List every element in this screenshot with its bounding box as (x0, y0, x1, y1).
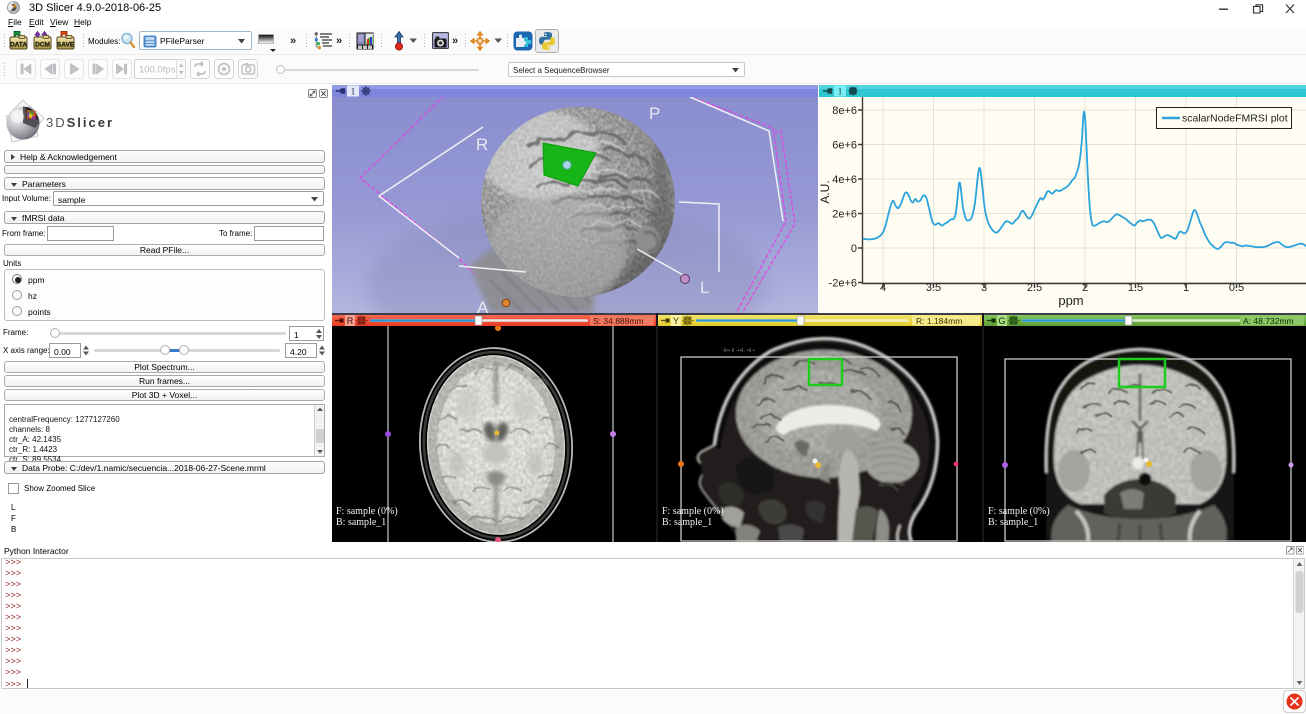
svg-text:A: A (477, 298, 489, 313)
svg-text:0.5: 0.5 (1229, 282, 1244, 294)
svg-text:G: G (998, 316, 1005, 326)
svg-text:0: 0 (851, 243, 857, 255)
svg-text:-2e+6: -2e+6 (829, 278, 857, 290)
svg-text:4e+6: 4e+6 (832, 174, 857, 186)
svg-text:6e+6: 6e+6 (832, 140, 857, 152)
svg-text:8e+6: 8e+6 (832, 105, 857, 117)
svg-text:2.5: 2.5 (1027, 282, 1042, 294)
svg-text:A: 48.732mm: A: 48.732mm (1243, 316, 1294, 326)
svg-text:DATA: DATA (10, 42, 27, 49)
svg-text:3.5: 3.5 (926, 282, 941, 294)
svg-text:S: 34.888mm: S: 34.888mm (593, 316, 644, 326)
svg-text:100.0fps: 100.0fps (139, 65, 176, 76)
svg-text:F: sample (0%): F: sample (0%) (662, 506, 724, 517)
svg-text:SAVE: SAVE (57, 42, 75, 49)
svg-text:B: sample_1: B: sample_1 (336, 517, 386, 528)
svg-text:3: 3 (981, 282, 987, 294)
svg-text:1: 1 (351, 87, 356, 97)
svg-text:DCM: DCM (35, 42, 50, 49)
svg-text:R: R (476, 135, 488, 154)
svg-text:·ֿ‖••·‖ ·•ֿ•‖· •‖·•: ·ֿ‖••·‖ ·•ֿ•‖· •‖·• (721, 347, 755, 354)
svg-text:F: sample (0%): F: sample (0%) (988, 506, 1050, 517)
svg-text:R: R (347, 316, 354, 326)
svg-text:2e+6: 2e+6 (832, 209, 857, 221)
svg-text:B: sample_1: B: sample_1 (662, 517, 712, 528)
svg-text:A.U.: A.U. (819, 180, 832, 203)
svg-text:F: sample (0%): F: sample (0%) (336, 506, 398, 517)
svg-text:B: sample_1: B: sample_1 (988, 517, 1038, 528)
svg-text:L: L (700, 278, 709, 297)
svg-text:1.5: 1.5 (1128, 282, 1143, 294)
svg-text:ppm: ppm (1058, 293, 1083, 308)
svg-text:Y: Y (673, 316, 679, 326)
svg-text:4: 4 (880, 282, 886, 294)
svg-text:R: 1.184mm: R: 1.184mm (916, 316, 962, 326)
svg-text:P: P (649, 104, 660, 123)
svg-text:1: 1 (1183, 282, 1189, 294)
svg-text:1: 1 (838, 87, 843, 97)
svg-text:scalarNodeFMRSI plot: scalarNodeFMRSI plot (1182, 113, 1288, 125)
